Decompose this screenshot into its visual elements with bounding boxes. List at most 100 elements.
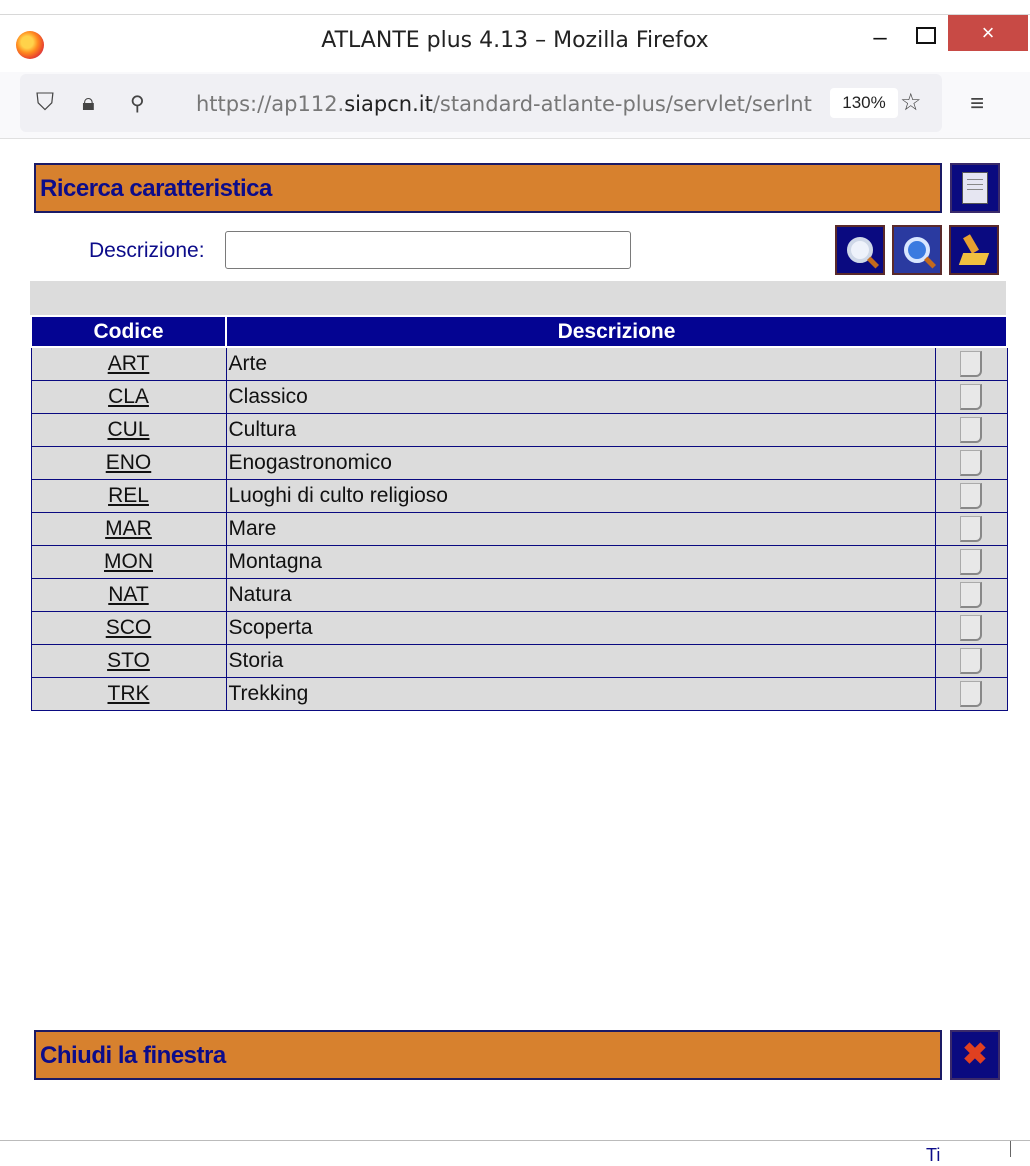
shield-icon[interactable]: ⛉	[36, 88, 54, 116]
code-cell: CLA	[30, 380, 227, 414]
code-link[interactable]: REL	[108, 484, 149, 507]
description-cell: Mare	[225, 512, 936, 546]
broom-icon	[959, 235, 989, 265]
detail-cell	[934, 578, 1008, 612]
document-icon[interactable]	[960, 351, 982, 377]
code-cell: MON	[30, 545, 227, 579]
code-cell: TRK	[30, 677, 227, 711]
table-row: NAT Natura	[30, 578, 1008, 612]
footer-strip: Ti	[0, 1140, 1030, 1165]
close-window-title: Chiudi la finestra	[40, 1042, 226, 1069]
detail-cell	[934, 611, 1008, 645]
code-cell: ENO	[30, 446, 227, 480]
clear-button[interactable]	[949, 225, 999, 275]
code-cell: SCO	[30, 611, 227, 645]
footer-divider	[1010, 1141, 1011, 1157]
section-title: Ricerca caratteristica	[40, 175, 272, 202]
table-row: REL Luoghi di culto religioso	[30, 479, 1008, 513]
document-icon[interactable]	[960, 648, 982, 674]
app-menu-button[interactable]: ≡	[970, 90, 984, 118]
table-row: CLA Classico	[30, 380, 1008, 414]
code-link[interactable]: CUL	[107, 418, 149, 441]
window-titlebar: ATLANTE plus 4.13 – Mozilla Firefox – ×	[0, 14, 1030, 73]
magnifier-icon	[847, 237, 873, 263]
code-cell: NAT	[30, 578, 227, 612]
code-link[interactable]: NAT	[108, 583, 148, 606]
detail-cell	[934, 479, 1008, 513]
table-row: MAR Mare	[30, 512, 1008, 546]
document-icon[interactable]	[960, 582, 982, 608]
code-link[interactable]: SCO	[106, 616, 152, 639]
url-bar[interactable]: ⛉ 🔒︎ ⚲ https://ap112.siapcn.it/standard-…	[20, 74, 942, 132]
code-cell: ART	[30, 346, 227, 381]
detail-cell	[934, 380, 1008, 414]
code-link[interactable]: CLA	[108, 385, 149, 408]
document-icon[interactable]	[960, 384, 982, 410]
minimize-button[interactable]: –	[870, 23, 890, 53]
detail-cell	[934, 512, 1008, 546]
description-cell: Trekking	[225, 677, 936, 711]
toolbar-band	[30, 281, 1006, 315]
lock-icon[interactable]: 🔒︎	[82, 88, 95, 116]
code-cell: MAR	[30, 512, 227, 546]
column-header-description[interactable]: Descrizione	[224, 317, 1009, 348]
code-link[interactable]: TRK	[108, 682, 150, 705]
detail-cell	[934, 644, 1008, 678]
table-header-row: Codice Descrizione	[30, 317, 1009, 348]
table-row: TRK Trekking	[30, 677, 1008, 711]
code-link[interactable]: ART	[108, 352, 150, 375]
code-cell: CUL	[30, 413, 227, 447]
detail-cell	[934, 346, 1008, 381]
table-row: ART Arte	[30, 346, 1008, 381]
maximize-button[interactable]	[916, 27, 936, 44]
table-row: ENO Enogastronomico	[30, 446, 1008, 480]
section-header: Ricerca caratteristica	[34, 163, 942, 213]
document-icon[interactable]	[960, 681, 982, 707]
document-icon	[962, 172, 988, 204]
description-cell: Storia	[225, 644, 936, 678]
description-cell: Natura	[225, 578, 936, 612]
document-icon[interactable]	[960, 615, 982, 641]
code-link[interactable]: MAR	[105, 517, 152, 540]
code-cell: REL	[30, 479, 227, 513]
zoom-level-badge[interactable]: 130%	[830, 88, 898, 118]
detail-cell	[934, 413, 1008, 447]
close-window-page-button[interactable]: ✖	[950, 1030, 1000, 1080]
document-icon[interactable]	[960, 417, 982, 443]
document-icon[interactable]	[960, 516, 982, 542]
description-cell: Cultura	[225, 413, 936, 447]
advanced-search-button[interactable]	[892, 225, 942, 275]
table-row: MON Montagna	[30, 545, 1008, 579]
table-row: SCO Scoperta	[30, 611, 1008, 645]
bookmark-star-icon[interactable]: ☆	[900, 88, 922, 116]
description-cell: Luoghi di culto religioso	[225, 479, 936, 513]
close-window-button[interactable]: ×	[948, 15, 1028, 51]
close-icon: ✖	[962, 1038, 988, 1071]
document-icon[interactable]	[960, 549, 982, 575]
detail-cell	[934, 446, 1008, 480]
report-button[interactable]	[950, 163, 1000, 213]
search-input[interactable]	[225, 231, 631, 269]
document-icon[interactable]	[960, 450, 982, 476]
code-link[interactable]: STO	[107, 649, 150, 672]
description-cell: Montagna	[225, 545, 936, 579]
code-link[interactable]: ENO	[106, 451, 152, 474]
description-cell: Classico	[225, 380, 936, 414]
search-button[interactable]	[835, 225, 885, 275]
description-cell: Enogastronomico	[225, 446, 936, 480]
code-link[interactable]: MON	[104, 550, 153, 573]
url-text[interactable]: https://ap112.siapcn.it/standard-atlante…	[196, 92, 812, 116]
table-row: CUL Cultura	[30, 413, 1008, 447]
results-table: Codice Descrizione ART Arte CLA Classico C…	[30, 317, 1009, 711]
table-row: STO Storia	[30, 644, 1008, 678]
description-cell: Scoperta	[225, 611, 936, 645]
detail-cell	[934, 677, 1008, 711]
detail-cell	[934, 545, 1008, 579]
code-cell: STO	[30, 644, 227, 678]
column-header-code[interactable]: Codice	[30, 317, 227, 348]
document-icon[interactable]	[960, 483, 982, 509]
permissions-icon[interactable]: ⚲	[130, 91, 145, 115]
description-cell: Arte	[225, 346, 936, 381]
zoom-magnifier-icon	[904, 237, 930, 263]
browser-navbar: ⛉ 🔒︎ ⚲ https://ap112.siapcn.it/standard-…	[0, 72, 1030, 139]
